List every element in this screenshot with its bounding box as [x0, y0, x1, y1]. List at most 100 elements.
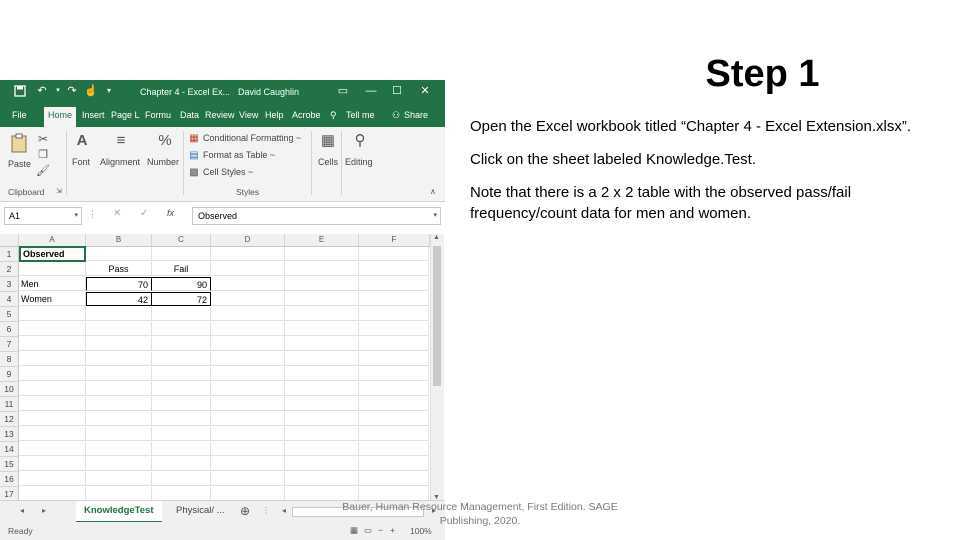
number-button[interactable]: Number [147, 157, 179, 167]
clipboard-launcher-icon[interactable]: ⇲ [56, 187, 62, 195]
next-sheet-icon[interactable]: ▸ [42, 501, 46, 521]
cell-styles-button[interactable]: Cell Styles ~ [203, 167, 253, 177]
worksheet-grid[interactable]: A B C D E F 1 2 3 4 5 6 7 8 9 10 11 12 13 14 15 16 17 Ob… [0, 234, 430, 504]
editing-icon[interactable]: ⚲ [351, 133, 369, 149]
grid-cell[interactable] [285, 487, 359, 501]
collapse-ribbon-icon[interactable]: ∧ [430, 187, 436, 196]
grid-cell[interactable] [285, 292, 359, 306]
grid-cell[interactable] [152, 307, 211, 321]
grid-cell[interactable] [285, 427, 359, 441]
grid-cell[interactable] [152, 457, 211, 471]
column-header-c[interactable]: C [152, 234, 211, 247]
cell-c4[interactable]: 72 [152, 292, 211, 306]
redo-icon[interactable]: ↷ [66, 85, 78, 97]
minimize-icon[interactable]: — [364, 85, 378, 97]
column-header-e[interactable]: E [285, 234, 359, 247]
grid-cell[interactable] [211, 277, 285, 291]
grid-cell[interactable] [285, 442, 359, 456]
cell-styles-icon[interactable]: ▩ [188, 165, 200, 181]
row-header-9[interactable]: 9 [0, 367, 19, 382]
row-header-2[interactable]: 2 [0, 262, 19, 277]
share-button[interactable]: Share [404, 110, 428, 120]
cell-b3[interactable]: 70 [86, 277, 152, 291]
grid-cell[interactable] [211, 367, 285, 381]
grid-cell[interactable] [152, 412, 211, 426]
grid-cell[interactable] [359, 382, 429, 396]
grid-cell[interactable] [86, 472, 152, 486]
format-as-table-button[interactable]: Format as Table ~ [203, 150, 275, 160]
grid-cell[interactable] [359, 397, 429, 411]
grid-cell[interactable] [285, 397, 359, 411]
grid-cell[interactable] [86, 442, 152, 456]
grid-cell[interactable] [211, 487, 285, 501]
grid-cell[interactable] [19, 352, 86, 366]
grid-cell[interactable] [211, 427, 285, 441]
conditional-formatting-button[interactable]: Conditional Formatting ~ [203, 133, 301, 143]
scroll-left-icon[interactable]: ◂ [282, 501, 286, 521]
grid-cell[interactable] [211, 397, 285, 411]
cells-button[interactable]: Cells [318, 157, 338, 167]
grid-cell[interactable] [19, 322, 86, 336]
grid-cell[interactable] [211, 382, 285, 396]
ribbon-display-icon[interactable]: ▭ [336, 85, 350, 97]
scroll-thumb[interactable] [433, 246, 441, 386]
grid-cell[interactable] [19, 457, 86, 471]
grid-cell[interactable] [285, 277, 359, 291]
tab-home[interactable]: Home [44, 107, 77, 127]
new-sheet-icon[interactable]: ⊕ [240, 501, 250, 521]
alignment-icon[interactable]: ≡ [112, 133, 130, 149]
row-header-7[interactable]: 7 [0, 337, 19, 352]
grid-cell[interactable] [211, 292, 285, 306]
undo-icon[interactable]: ↶ [36, 85, 48, 97]
grid-cell[interactable] [152, 382, 211, 396]
grid-cell[interactable] [285, 457, 359, 471]
grid-cell[interactable] [19, 367, 86, 381]
grid-cell[interactable] [152, 337, 211, 351]
tab-acrobat[interactable]: Acrobe [292, 110, 321, 120]
tab-view[interactable]: View [239, 110, 258, 120]
tab-page-layout[interactable]: Page L [111, 110, 140, 120]
column-header-f[interactable]: F [359, 234, 430, 247]
name-box-dropdown-icon[interactable]: ▾ [74, 208, 78, 224]
grid-cell[interactable] [152, 367, 211, 381]
name-box[interactable]: A1 ▾ [4, 207, 82, 225]
grid-cell[interactable] [152, 442, 211, 456]
grid-cell[interactable] [359, 337, 429, 351]
share-icon[interactable]: ⚇ [392, 110, 400, 121]
grid-cell[interactable] [86, 412, 152, 426]
customize-toolbar-icon[interactable]: ▾ [103, 85, 115, 97]
grid-cell[interactable] [359, 472, 429, 486]
grid-cell[interactable] [285, 382, 359, 396]
expand-formula-bar-icon[interactable]: ▾ [433, 208, 437, 224]
grid-cell[interactable] [86, 427, 152, 441]
grid-cell[interactable] [86, 307, 152, 321]
user-name[interactable]: David Caughlin [238, 87, 299, 97]
grid-cell[interactable] [152, 487, 211, 501]
grid-cell[interactable] [359, 247, 429, 261]
grid-cell[interactable] [359, 427, 429, 441]
row-header-6[interactable]: 6 [0, 322, 19, 337]
row-header-4[interactable]: 4 [0, 292, 19, 307]
grid-cell[interactable] [285, 322, 359, 336]
cut-icon[interactable]: ✂ [36, 131, 50, 147]
grid-cell[interactable] [86, 247, 152, 261]
row-header-5[interactable]: 5 [0, 307, 19, 322]
grid-cell[interactable] [359, 412, 429, 426]
grid-cell[interactable] [211, 352, 285, 366]
select-all-corner[interactable] [0, 234, 19, 247]
grid-cell[interactable] [19, 262, 86, 276]
alignment-button[interactable]: Alignment [100, 157, 140, 167]
grid-cell[interactable] [359, 457, 429, 471]
tab-insert[interactable]: Insert [82, 110, 105, 120]
grid-cell[interactable] [19, 337, 86, 351]
row-header-15[interactable]: 15 [0, 457, 19, 472]
tab-review[interactable]: Review [205, 110, 235, 120]
tab-file[interactable]: File [12, 110, 27, 120]
format-as-table-icon[interactable]: ▤ [188, 148, 200, 164]
close-icon[interactable]: ✕ [418, 85, 432, 97]
font-button[interactable]: Font [72, 157, 90, 167]
cell-c3[interactable]: 90 [152, 277, 211, 291]
grid-cell[interactable] [211, 472, 285, 486]
grid-cell[interactable] [152, 472, 211, 486]
grid-cell[interactable] [285, 337, 359, 351]
